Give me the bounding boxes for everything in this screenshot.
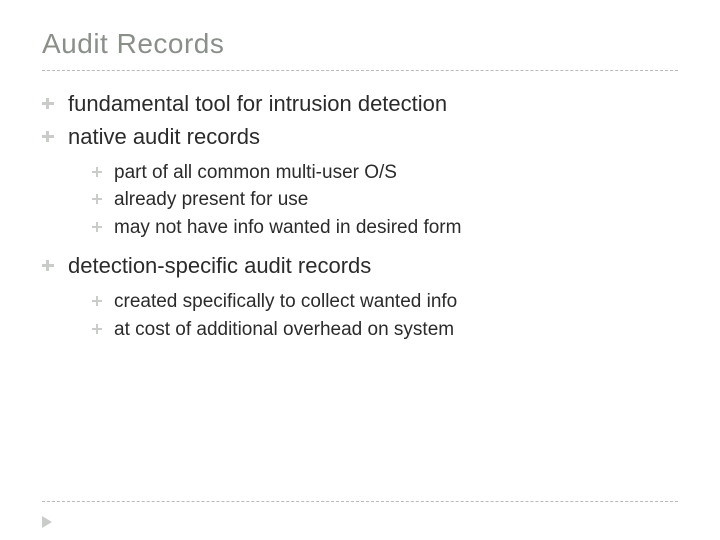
bullet-item: native audit records part of all common … <box>42 122 678 241</box>
bullet-item: fundamental tool for intrusion detection <box>42 89 678 120</box>
bullet-text: fundamental tool for intrusion detection <box>68 91 447 116</box>
page-title: Audit Records <box>42 28 678 60</box>
arrow-right-icon <box>42 516 52 528</box>
sub-bullet-text: may not have info wanted in desired form <box>114 217 461 238</box>
sub-bullet-item: already present for use <box>92 186 678 214</box>
sub-bullet-item: may not have info wanted in desired form <box>92 214 678 242</box>
bullet-item: detection-specific audit records created… <box>42 251 678 343</box>
sub-bullet-item: part of all common multi-user O/S <box>92 159 678 187</box>
sub-bullet-text: created specifically to collect wanted i… <box>114 291 457 312</box>
title-divider <box>42 70 678 71</box>
sub-bullet-list: part of all common multi-user O/S alread… <box>68 159 678 242</box>
bullet-text: detection-specific audit records <box>68 253 371 278</box>
sub-bullet-text: part of all common multi-user O/S <box>114 162 397 183</box>
sub-bullet-item: created specifically to collect wanted i… <box>92 288 678 316</box>
bullet-list: fundamental tool for intrusion detection… <box>42 89 678 343</box>
bullet-text: native audit records <box>68 124 260 149</box>
sub-bullet-text: already present for use <box>114 189 308 210</box>
sub-bullet-text: at cost of additional overhead on system <box>114 319 454 340</box>
slide: Audit Records fundamental tool for intru… <box>0 0 720 540</box>
sub-bullet-list: created specifically to collect wanted i… <box>68 288 678 343</box>
sub-bullet-item: at cost of additional overhead on system <box>92 316 678 344</box>
footer-divider <box>42 501 678 502</box>
